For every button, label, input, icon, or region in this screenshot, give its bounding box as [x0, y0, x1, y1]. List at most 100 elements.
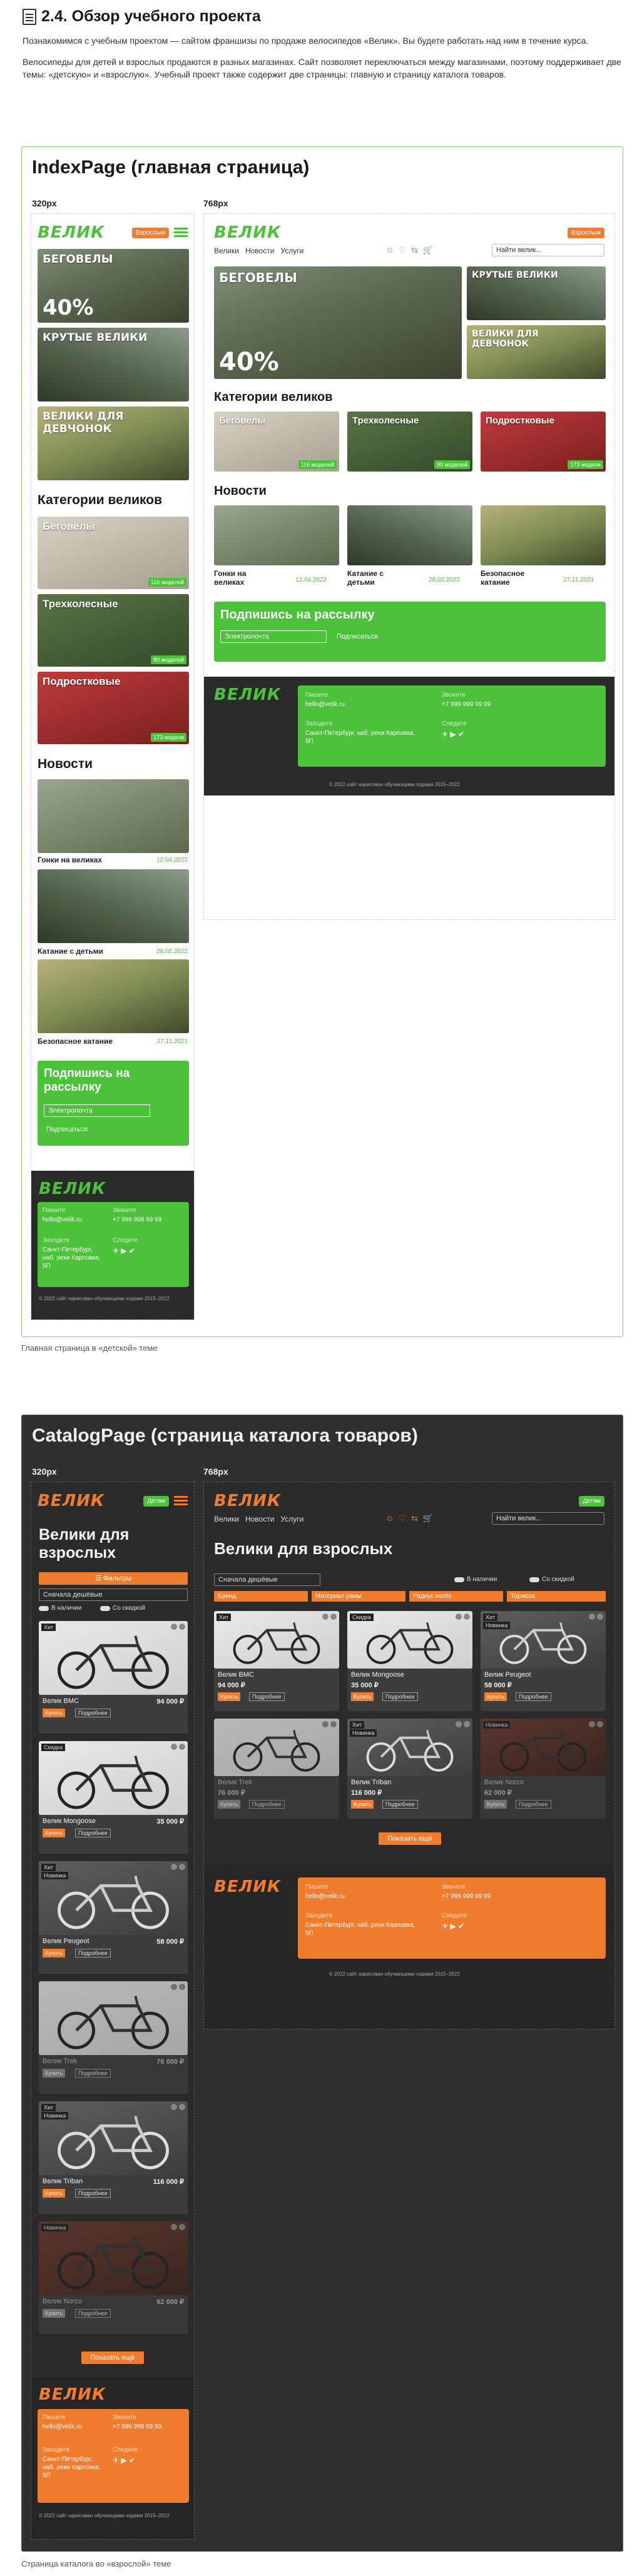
user-icon[interactable]: ☺ — [385, 1513, 394, 1523]
product-name[interactable]: Велик BMC — [43, 1697, 79, 1705]
product-image[interactable] — [214, 1719, 339, 1776]
product-card[interactable]: Велик Trek 76 000 ₽ Купить Подробнее — [214, 1719, 339, 1819]
product-card[interactable]: Хит Новинка Велик Triban 116 000 ₽ Купить Под… — [347, 1719, 472, 1819]
product-image[interactable] — [347, 1719, 472, 1776]
product-name[interactable]: Велик Mongoose — [43, 1817, 96, 1825]
product-card[interactable]: Хит Новинка Велик Triban 116 000 ₽ Купить Под… — [39, 2101, 188, 2214]
details-button[interactable]: Подробнее — [382, 1800, 418, 1809]
in-stock-toggle[interactable]: В наличии — [454, 1576, 497, 1583]
social-icons[interactable]: ✈ ▶ ✔ — [442, 730, 464, 739]
category-card[interactable]: Подростковые 173 модели — [481, 412, 606, 472]
discount-toggle[interactable]: Со скидкой — [100, 1605, 145, 1612]
filters-button[interactable]: ☰ Фильтры — [39, 1572, 188, 1585]
buy-button[interactable]: Купить — [351, 1800, 374, 1809]
product-image[interactable] — [39, 1741, 188, 1815]
details-button[interactable]: Подробнее — [382, 1692, 418, 1701]
heart-icon[interactable]: ♡ — [399, 245, 406, 255]
nav-services[interactable]: Услуги — [280, 1515, 303, 1523]
phone-link[interactable]: +7 999 999 99 99 — [442, 1892, 491, 1901]
theme-switch[interactable]: Детям — [579, 1495, 604, 1507]
favorite-icon[interactable] — [179, 1744, 185, 1750]
details-button[interactable]: Подробнее — [75, 1949, 111, 1957]
footer-logo[interactable]: ВЕЛИК — [214, 1877, 281, 1896]
in-stock-toggle[interactable]: В наличии — [39, 1605, 81, 1612]
subscribe-email-input[interactable]: Электропочта — [220, 630, 327, 643]
category-card[interactable]: Подростковые 173 модели — [38, 672, 189, 744]
compare-icon[interactable] — [171, 1984, 177, 1990]
details-button[interactable]: Подробнее — [75, 2189, 111, 2198]
banner-girl-bikes[interactable]: ВЕЛИКИ ДЛЯ ДЕВЧОНОК — [467, 325, 606, 379]
mail-link[interactable]: hello@velik.ru — [305, 700, 345, 709]
footer-logo[interactable]: ВЕЛИК — [214, 685, 281, 704]
product-name[interactable]: Велик Norco — [484, 1779, 524, 1786]
product-name[interactable]: Велик Triban — [351, 1779, 391, 1786]
news-item-title[interactable]: Безопасное катание — [38, 1037, 113, 1046]
favorite-icon[interactable] — [179, 2104, 185, 2110]
social-icons[interactable]: ✈ ▶ ✔ — [442, 1922, 464, 1931]
banner-balance-bikes[interactable]: БЕГОВЕЛЫ 40% — [38, 249, 189, 323]
site-logo[interactable]: ВЕЛИК — [38, 223, 104, 242]
heart-icon[interactable]: ♡ — [399, 1513, 406, 1523]
compare-icon[interactable] — [171, 1864, 177, 1870]
compare-icon[interactable]: ⇆ — [411, 245, 418, 255]
details-button[interactable]: Подробнее — [516, 1800, 551, 1809]
footer-logo[interactable]: ВЕЛИК — [39, 2385, 106, 2404]
product-name[interactable]: Велик Mongoose — [351, 1671, 404, 1679]
news-item-title[interactable]: Катание с детьми — [38, 947, 103, 956]
site-logo[interactable]: ВЕЛИК — [214, 223, 281, 242]
product-image[interactable] — [214, 1611, 339, 1669]
show-more-button[interactable]: Показать ещё — [379, 1832, 441, 1845]
product-card[interactable]: Новинка Велик Norco 62 000 ₽ Купить Подробне… — [481, 1719, 606, 1819]
news-image[interactable] — [38, 959, 189, 1033]
news-image[interactable] — [347, 505, 472, 565]
filter-frame[interactable]: Материал рамы — [312, 1591, 405, 1602]
buy-button[interactable]: Купить — [43, 2069, 66, 2078]
subscribe-email-input[interactable]: Электропочта — [44, 1104, 150, 1117]
subscribe-button[interactable]: Подписаться — [337, 633, 378, 640]
compare-icon[interactable] — [171, 1624, 177, 1630]
favorite-icon[interactable] — [464, 1614, 470, 1620]
compare-icon[interactable]: ⇆ — [411, 1513, 418, 1523]
product-card[interactable]: Новинка Велик Norco 62 000 ₽ Купить Подробне… — [39, 2221, 188, 2334]
product-image[interactable] — [481, 1611, 606, 1669]
details-button[interactable]: Подробнее — [75, 1829, 111, 1837]
phone-link[interactable]: +7 999 999 99 99 — [442, 700, 491, 709]
favorite-icon[interactable] — [464, 1721, 470, 1727]
news-item-title[interactable]: Катание с детьми — [347, 569, 404, 587]
favorite-icon[interactable] — [597, 1614, 603, 1620]
favorite-icon[interactable] — [179, 1864, 185, 1870]
nav-news[interactable]: Новости — [245, 246, 274, 255]
search-input[interactable]: Найти велик... — [492, 1512, 604, 1525]
compare-icon[interactable] — [171, 2224, 177, 2230]
footer-logo[interactable]: ВЕЛИК — [39, 1179, 106, 1198]
buy-button[interactable]: Купить — [43, 2309, 66, 2318]
compare-icon[interactable] — [456, 1614, 462, 1620]
phone-link[interactable]: +7 999 999 99 99 — [113, 2423, 161, 2431]
mail-link[interactable]: hello@velik.ru — [43, 2423, 82, 2431]
category-card[interactable]: Трехколесные 80 моделей — [38, 594, 189, 667]
compare-icon[interactable] — [589, 1614, 595, 1620]
cart-icon[interactable]: 🛒 — [423, 245, 433, 255]
product-name[interactable]: Велик Triban — [43, 2178, 83, 2185]
show-more-button[interactable]: Показать ещё — [81, 2351, 144, 2364]
banner-cool-bikes[interactable]: КРУТЫЕ ВЕЛИКИ — [467, 266, 606, 320]
banner-girl-bikes[interactable]: ВЕЛИКИ ДЛЯ ДЕВЧОНОК — [38, 407, 189, 480]
buy-button[interactable]: Купить — [43, 1829, 66, 1837]
banner-balance-bikes[interactable]: БЕГОВЕЛЫ 40% — [214, 266, 462, 379]
favorite-icon[interactable] — [179, 2224, 185, 2230]
favorite-icon[interactable] — [179, 1624, 185, 1630]
discount-toggle[interactable]: Со скидкой — [529, 1576, 574, 1583]
product-image[interactable] — [39, 1981, 188, 2055]
details-button[interactable]: Подробнее — [249, 1692, 285, 1701]
compare-icon[interactable] — [589, 1721, 595, 1727]
news-item-title[interactable]: Безопасное катание — [481, 569, 543, 587]
buy-button[interactable]: Купить — [484, 1800, 507, 1809]
product-card[interactable]: Скидка Велик Mongoose 35 000 ₽ Купить Подроб… — [347, 1611, 472, 1711]
product-card[interactable]: Велик Trek 76 000 ₽ Купить Подробнее — [39, 1981, 188, 2094]
news-item-title[interactable]: Гонки на великах — [214, 569, 270, 587]
details-button[interactable]: Подробнее — [75, 2069, 111, 2078]
nav-bikes[interactable]: Велики — [214, 246, 239, 255]
product-card[interactable]: Хит Велик BMC 94 000 ₽ Купить Подробнее — [214, 1611, 339, 1711]
buy-button[interactable]: Купить — [218, 1800, 241, 1809]
product-card[interactable]: Скидка Велик Mongoose 35 000 ₽ Купить Подроб… — [39, 1741, 188, 1854]
